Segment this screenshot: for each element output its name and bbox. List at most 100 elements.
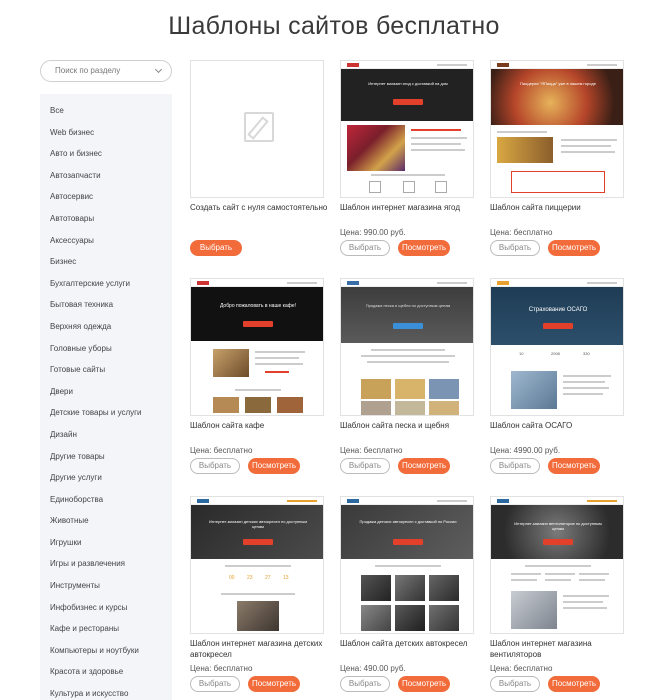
template-title[interactable]: Шаблон интернет магазина ягод: [340, 202, 486, 213]
sidebar-item[interactable]: Инфобизнес и курсы: [40, 597, 172, 619]
thumb-hero-text: Продажа песка и щебня по доступным ценам: [365, 303, 451, 308]
sidebar-item[interactable]: Авто и бизнес: [40, 143, 172, 165]
template-price: Цена: бесплатно: [190, 446, 253, 455]
thumb-hero-text: Интернет магазин ягод с доставкой на дом: [368, 81, 448, 86]
template-price: Цена: 490.00 руб.: [340, 664, 406, 673]
thumb-hero-text: Интернет-магазин детских автокресел по д…: [209, 519, 307, 529]
sidebar-item[interactable]: Красота и здоровье: [40, 661, 172, 683]
thumb-stat: 330: [583, 351, 590, 356]
sidebar-item[interactable]: Компьютеры и ноутбуки: [40, 640, 172, 662]
sidebar-item[interactable]: Единоборства: [40, 489, 172, 511]
view-button[interactable]: Посмотреть: [398, 458, 450, 474]
template-title[interactable]: Шаблон интернет магазина детских автокре…: [190, 638, 336, 660]
template-thumbnail[interactable]: Страхование ОСАГО 10 2008 330: [490, 278, 624, 416]
select-button[interactable]: Выбрать: [340, 676, 390, 692]
select-button[interactable]: Выбрать: [190, 240, 242, 256]
sidebar-item[interactable]: Web бизнес: [40, 122, 172, 144]
category-sidebar: Все Web бизнес Авто и бизнес Автозапчаст…: [40, 94, 172, 700]
sidebar-item[interactable]: Детские товары и услуги: [40, 402, 172, 424]
template-price: Цена: бесплатно: [340, 446, 403, 455]
view-button[interactable]: Посмотреть: [398, 240, 450, 256]
template-thumbnail[interactable]: Интернет-магазин детских автокресел по д…: [190, 496, 324, 634]
sidebar-item[interactable]: Верхняя одежда: [40, 316, 172, 338]
thumb-hero-text: Пиццерия "ЯПицца" уже в нашем городе: [520, 81, 596, 86]
select-button[interactable]: Выбрать: [340, 240, 390, 256]
sidebar-item[interactable]: Автотовары: [40, 208, 172, 230]
view-button[interactable]: Посмотреть: [248, 676, 300, 692]
sidebar-item[interactable]: Автозапчасти: [40, 165, 172, 187]
sidebar-item[interactable]: Бытовая техника: [40, 294, 172, 316]
sidebar-item[interactable]: Игрушки: [40, 532, 172, 554]
template-thumbnail[interactable]: Интернет-магазин вентиляторов по доступн…: [490, 496, 624, 634]
sidebar-item[interactable]: Другие услуги: [40, 467, 172, 489]
sidebar-item[interactable]: Двери: [40, 381, 172, 403]
select-button[interactable]: Выбрать: [190, 676, 240, 692]
select-button[interactable]: Выбрать: [190, 458, 240, 474]
template-card-osago: Страхование ОСАГО 10 2008 330 Шаблон сай…: [490, 278, 626, 474]
template-title[interactable]: Шаблон сайта пиццерии: [490, 202, 636, 213]
thumb-hero-text: Страхование ОСАГО: [528, 307, 588, 313]
template-card-pizza: Пиццерия "ЯПицца" уже в нашем городе Шаб…: [490, 60, 626, 256]
view-button[interactable]: Посмотреть: [548, 676, 600, 692]
template-card-sand: Продажа песка и щебня по доступным ценам…: [340, 278, 476, 474]
template-thumbnail[interactable]: [190, 60, 324, 198]
thumb-hero-text: Интернет-магазин вентиляторов по доступн…: [514, 521, 602, 531]
select-button[interactable]: Выбрать: [340, 458, 390, 474]
edit-icon: [244, 112, 274, 142]
template-price: Цена: 4990.00 руб.: [490, 446, 561, 455]
sidebar-item[interactable]: Аксессуары: [40, 230, 172, 252]
sidebar-item[interactable]: Головные уборы: [40, 338, 172, 360]
template-card-cafe: Добро пожаловать в наше кафе! Шаблон сай…: [190, 278, 326, 474]
sidebar-item[interactable]: Другие товары: [40, 446, 172, 468]
template-price: Цена: бесплатно: [490, 228, 553, 237]
select-button[interactable]: Выбрать: [490, 676, 540, 692]
sidebar-item[interactable]: Бухгалтерские услуги: [40, 273, 172, 295]
thumb-timer: 23: [247, 575, 253, 581]
template-title[interactable]: Создать сайт с нуля самостоятельно: [190, 202, 336, 213]
sidebar-item[interactable]: Кафе и рестораны: [40, 618, 172, 640]
sidebar-item[interactable]: Автосервис: [40, 186, 172, 208]
thumb-hero-text: Добро пожаловать в наше кафе!: [219, 303, 297, 309]
thumb-stat: 2008: [551, 351, 560, 356]
sidebar-item[interactable]: Все: [40, 100, 172, 122]
template-title[interactable]: Шаблон сайта ОСАГО: [490, 420, 636, 431]
page-title: Шаблоны сайтов бесплатно: [168, 12, 500, 40]
template-price: Цена: бесплатно: [490, 664, 553, 673]
view-button[interactable]: Посмотреть: [248, 458, 300, 474]
chevron-down-icon: [154, 65, 163, 74]
template-price: Цена: бесплатно: [190, 664, 253, 673]
sidebar-item[interactable]: Готовые сайты: [40, 359, 172, 381]
sidebar-item[interactable]: Животные: [40, 510, 172, 532]
sidebar-item[interactable]: Инструменты: [40, 575, 172, 597]
sidebar-item[interactable]: Бизнес: [40, 251, 172, 273]
template-thumbnail[interactable]: Интернет магазин ягод с доставкой на дом: [340, 60, 474, 198]
thumb-timer: 27: [265, 575, 271, 581]
template-thumbnail[interactable]: Пиццерия "ЯПицца" уже в нашем городе: [490, 60, 624, 198]
thumb-timer: 00: [229, 575, 235, 581]
template-card-berries: Интернет магазин ягод с доставкой на дом…: [340, 60, 476, 256]
sidebar-item[interactable]: Игры и развлечения: [40, 553, 172, 575]
view-button[interactable]: Посмотреть: [548, 458, 600, 474]
template-thumbnail[interactable]: Продажа детских автокресел с доставкой п…: [340, 496, 474, 634]
template-title[interactable]: Шаблон сайта кафе: [190, 420, 336, 431]
section-search-dropdown[interactable]: Поиск по разделу: [40, 60, 172, 82]
thumb-stat: 10: [519, 351, 524, 356]
search-placeholder: Поиск по разделу: [55, 66, 121, 75]
template-card-car-seats-shop: Интернет-магазин детских автокресел по д…: [190, 496, 326, 692]
template-title[interactable]: Шаблон интернет магазина вентиляторов: [490, 638, 636, 660]
template-thumbnail[interactable]: Продажа песка и щебня по доступным ценам: [340, 278, 474, 416]
template-price: Цена: 990.00 руб.: [340, 228, 406, 237]
template-title[interactable]: Шаблон сайта песка и щебня: [340, 420, 486, 431]
category-list: Все Web бизнес Авто и бизнес Автозапчаст…: [40, 94, 172, 700]
view-button[interactable]: Посмотреть: [398, 676, 450, 692]
template-card-blank: Создать сайт с нуля самостоятельно Выбра…: [190, 60, 327, 256]
template-thumbnail[interactable]: Добро пожаловать в наше кафе!: [190, 278, 324, 416]
select-button[interactable]: Выбрать: [490, 240, 540, 256]
sidebar-item[interactable]: Дизайн: [40, 424, 172, 446]
select-button[interactable]: Выбрать: [490, 458, 540, 474]
template-title[interactable]: Шаблон сайта детских автокресел: [340, 638, 486, 649]
template-card-fans: Интернет-магазин вентиляторов по доступн…: [490, 496, 626, 692]
thumb-hero-text: Продажа детских автокресел с доставкой п…: [359, 519, 457, 524]
sidebar-item[interactable]: Культура и искусство: [40, 683, 172, 700]
view-button[interactable]: Посмотреть: [548, 240, 600, 256]
